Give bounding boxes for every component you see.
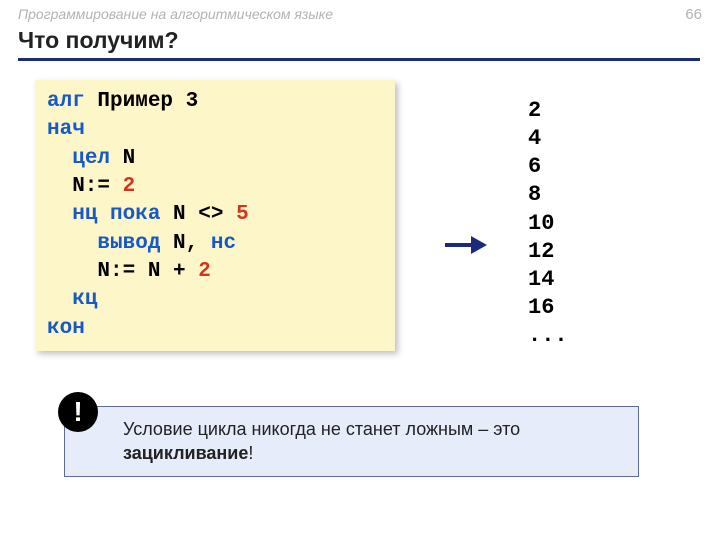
page-number: 66 bbox=[685, 6, 702, 23]
cond-var: N bbox=[160, 203, 198, 226]
kw-end: кон bbox=[47, 317, 85, 340]
var-n: N bbox=[110, 147, 135, 170]
kw-endloop: кц bbox=[72, 288, 97, 311]
out-arg: N, bbox=[160, 232, 210, 255]
indent bbox=[47, 288, 72, 311]
num-2: 2 bbox=[110, 175, 135, 198]
indent bbox=[47, 147, 72, 170]
op-ne: <> bbox=[198, 203, 223, 226]
assign: N:= bbox=[47, 175, 110, 198]
kw-alg: алг bbox=[47, 90, 85, 113]
kw-while: нц пока bbox=[72, 203, 160, 226]
incr: N:= N + bbox=[47, 260, 186, 283]
output-block: 2 4 6 8 10 12 14 16 ... bbox=[528, 97, 568, 350]
code-name: Пример 3 bbox=[85, 90, 198, 113]
indent bbox=[47, 232, 97, 255]
num-5: 5 bbox=[223, 203, 248, 226]
arrow-icon bbox=[443, 232, 487, 258]
kw-begin: нач bbox=[47, 118, 85, 141]
header-topic: Программирование на алгоритмическом язык… bbox=[18, 6, 333, 23]
callout-box: Условие цикла никогда не станет ложным –… bbox=[64, 406, 639, 477]
page-title: Что получим? bbox=[18, 27, 179, 54]
num-2b: 2 bbox=[186, 260, 211, 283]
kw-output: вывод bbox=[97, 232, 160, 255]
warning-icon: ! bbox=[58, 392, 98, 432]
callout: Условие цикла никогда не станет ложным –… bbox=[64, 406, 639, 477]
header-bar: Программирование на алгоритмическом язык… bbox=[18, 6, 702, 23]
bang-char: ! bbox=[73, 396, 82, 428]
title-rule bbox=[18, 58, 700, 61]
indent bbox=[47, 203, 72, 226]
kw-newline: нс bbox=[211, 232, 236, 255]
code-block: алг Пример 3 нач цел N N:= 2 нц пока N <… bbox=[35, 80, 395, 351]
callout-text-b: зацикливание bbox=[123, 443, 248, 463]
kw-int: цел bbox=[72, 147, 110, 170]
callout-text-c: ! bbox=[248, 443, 253, 463]
callout-text-a: Условие цикла никогда не станет ложным –… bbox=[123, 419, 520, 439]
